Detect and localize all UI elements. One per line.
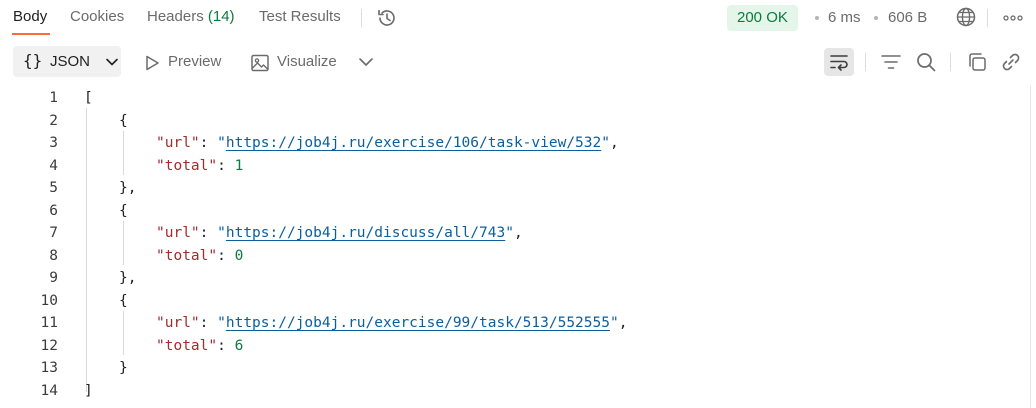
response-tabs: Body Cookies Headers (14) Test Results 2… (0, 0, 1036, 36)
code-line: 8 "total": 0 (0, 245, 1036, 267)
url-link[interactable]: https://job4j.ru/discuss/all/743 (226, 225, 505, 241)
status-badge[interactable]: 200 OK (727, 5, 798, 31)
line-number: 14 (40, 383, 58, 399)
tab-headers[interactable]: Headers (14) (147, 8, 235, 25)
code-line: 13 } (0, 357, 1036, 379)
code-line: 2 { (0, 110, 1036, 132)
tab-body[interactable]: Body (13, 8, 47, 25)
json-key: "total" (156, 248, 218, 264)
code-line: 9 }, (0, 267, 1036, 289)
code-line: 3 "url": "https://job4j.ru/exercise/106/… (0, 132, 1036, 154)
divider (865, 53, 866, 71)
image-icon (251, 54, 269, 72)
chevron-down-icon[interactable] (356, 53, 376, 71)
separator-dot (815, 16, 819, 20)
line-number: 2 (49, 113, 58, 129)
code-line: 1 [ (0, 87, 1036, 109)
wrap-lines-button[interactable] (824, 48, 854, 76)
line-number: 6 (49, 203, 58, 219)
line-number: 5 (49, 180, 58, 196)
json-number: 6 (234, 338, 244, 354)
code-line: 14 ] (0, 380, 1036, 402)
more-icon[interactable] (1001, 10, 1025, 26)
search-icon[interactable] (915, 51, 937, 73)
chevron-down-icon (106, 58, 118, 66)
preview-button[interactable]: Preview (143, 52, 229, 74)
tab-headers-label: Headers (147, 8, 204, 25)
line-number: 13 (40, 360, 58, 376)
url-link[interactable]: https://job4j.ru/exercise/99/task/513/55… (226, 315, 610, 331)
code-line: 7 "url": "https://job4j.ru/discuss/all/7… (0, 222, 1036, 244)
code-line: 6 { (0, 200, 1036, 222)
visualize-button[interactable]: Visualize (250, 52, 342, 74)
json-key: "url" (156, 225, 200, 241)
line-number: 3 (49, 135, 58, 151)
code-line: 10 { (0, 290, 1036, 312)
copy-icon[interactable] (966, 51, 988, 73)
code-line: 11 "url": "https://job4j.ru/exercise/99/… (0, 312, 1036, 334)
headers-count: (14) (207, 8, 235, 25)
json-key: "total" (156, 338, 218, 354)
globe-icon[interactable] (955, 6, 977, 28)
line-number: 12 (40, 338, 58, 354)
response-size[interactable]: 606 B (888, 9, 927, 26)
filter-icon[interactable] (880, 51, 902, 73)
line-number: 7 (49, 225, 58, 241)
line-number: 1 (49, 90, 58, 106)
line-number: 9 (49, 270, 58, 286)
preview-label: Preview (168, 53, 222, 70)
divider (987, 9, 988, 27)
code-line: 12 "total": 6 (0, 335, 1036, 357)
format-select[interactable]: {} JSON (13, 46, 121, 77)
tab-test-results[interactable]: Test Results (259, 8, 341, 25)
play-icon (146, 55, 159, 71)
url-link[interactable]: https://job4j.ru/exercise/106/task-view/… (226, 135, 601, 151)
response-body-editor[interactable]: 1 [ 2 { 3 "url": "https://job4j.ru/exerc… (0, 86, 1036, 408)
line-number: 10 (40, 293, 58, 309)
scrollbar-track[interactable] (1030, 86, 1031, 408)
braces-icon: {} (23, 51, 43, 70)
json-key: "url" (156, 315, 200, 331)
code-line: 5 }, (0, 177, 1036, 199)
active-tab-indicator (12, 33, 50, 35)
json-key: "total" (156, 158, 218, 174)
json-number: 0 (234, 248, 244, 264)
history-icon[interactable] (376, 7, 398, 29)
link-icon[interactable] (1000, 51, 1022, 73)
line-number: 8 (49, 248, 58, 264)
visualize-label: Visualize (277, 53, 337, 70)
divider (361, 9, 362, 27)
divider (950, 53, 951, 71)
json-key: "url" (156, 135, 200, 151)
line-number: 11 (40, 315, 58, 331)
line-number: 4 (49, 158, 58, 174)
format-label: JSON (50, 53, 91, 70)
code-line: 4 "total": 1 (0, 155, 1036, 177)
json-number: 1 (234, 158, 244, 174)
response-time[interactable]: 6 ms (828, 9, 861, 26)
wrap-lines-icon (830, 55, 848, 71)
tab-cookies[interactable]: Cookies (70, 8, 124, 25)
separator-dot (874, 16, 878, 20)
